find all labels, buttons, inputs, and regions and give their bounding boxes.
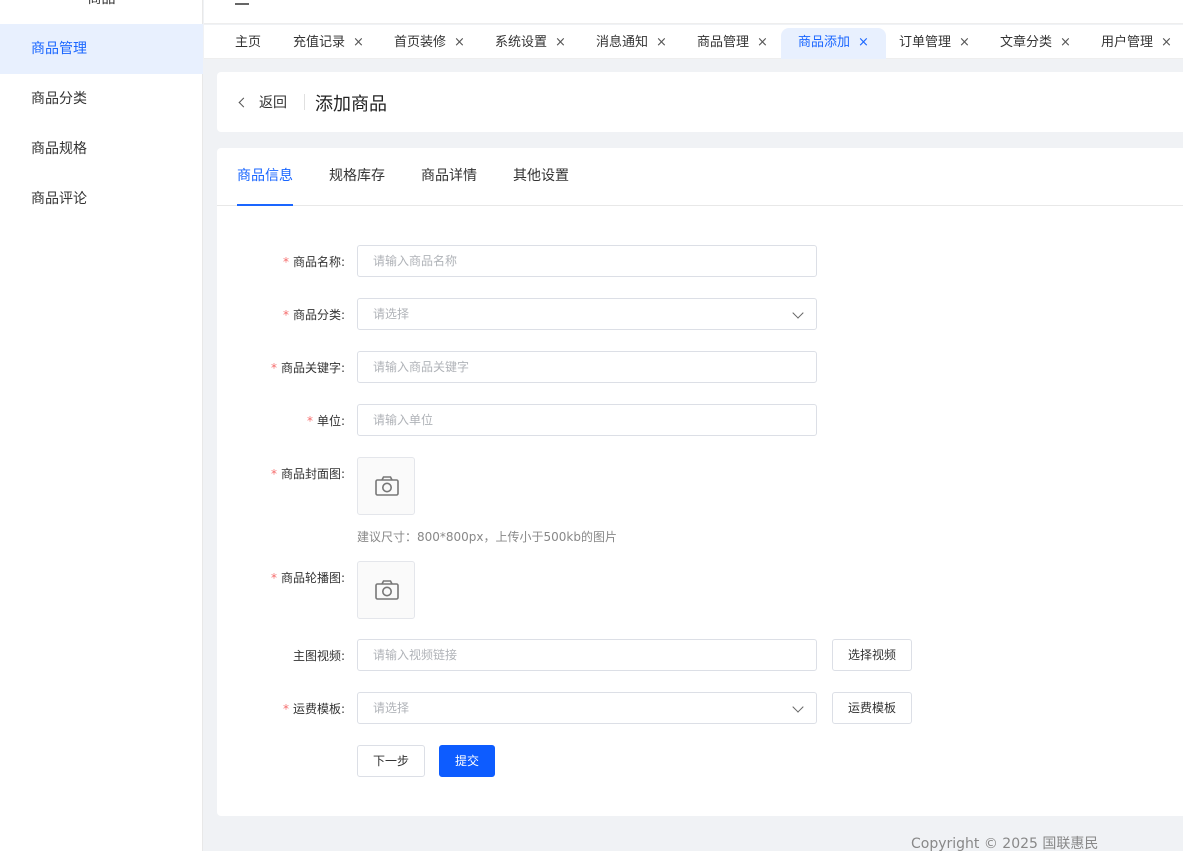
close-icon[interactable]: × bbox=[1060, 35, 1071, 50]
tab-homepage-decoration[interactable]: 首页装修 × bbox=[394, 28, 465, 59]
back-button[interactable]: 返回 bbox=[238, 92, 287, 112]
tab-product-info[interactable]: 商品信息 bbox=[237, 165, 293, 185]
chevron-down-icon bbox=[792, 307, 804, 319]
submit-button[interactable]: 提交 bbox=[439, 745, 495, 777]
sidebar-item-product-management[interactable]: 商品管理 bbox=[0, 24, 203, 74]
select-placeholder: 请选择 bbox=[373, 701, 410, 715]
select-video-button[interactable]: 选择视频 bbox=[832, 639, 913, 671]
tab-spec-stock[interactable]: 规格库存 bbox=[329, 165, 385, 185]
close-icon[interactable]: × bbox=[1161, 35, 1172, 50]
required-mark: * bbox=[270, 571, 277, 585]
chevron-left-icon bbox=[238, 97, 249, 108]
tab-add-product[interactable]: 商品添加 × bbox=[781, 28, 886, 59]
subtabs: 商品信息 规格库存 商品详情 其他设置 bbox=[217, 148, 1183, 206]
topbar bbox=[204, 0, 1183, 24]
product-keywords-input[interactable] bbox=[357, 351, 817, 383]
sidebar-item-product-review[interactable]: 商品评论 bbox=[0, 174, 203, 224]
tabs-bar: 主页 充值记录 × 首页装修 × 系统设置 × 消息通知 × 商品管理 × 商品添加 × 订… bbox=[204, 25, 1183, 59]
cover-image-hint: 建议尺寸：800*800px，上传小于500kb的图片 bbox=[357, 530, 617, 544]
shipping-template-label: * 运费模板: bbox=[217, 700, 345, 717]
carousel-image-upload[interactable] bbox=[357, 561, 415, 619]
camera-icon bbox=[375, 580, 399, 600]
tab-label: 消息通知 bbox=[596, 35, 649, 50]
unit-input[interactable] bbox=[357, 404, 817, 436]
close-icon[interactable]: × bbox=[858, 35, 869, 50]
shipping-template-select[interactable]: 请选择 bbox=[357, 692, 817, 724]
tab-product-detail[interactable]: 商品详情 bbox=[421, 165, 477, 185]
tab-label: 系统设置 bbox=[495, 35, 548, 50]
tab-order-management[interactable]: 订单管理 × bbox=[899, 28, 970, 59]
page-header: 返回 添加商品 bbox=[217, 72, 1183, 132]
tab-label: 订单管理 bbox=[899, 35, 952, 50]
tab-system-settings[interactable]: 系统设置 × bbox=[495, 28, 566, 59]
next-step-button[interactable]: 下一步 bbox=[357, 745, 425, 777]
tab-recharge-records[interactable]: 充值记录 × bbox=[293, 28, 364, 59]
close-icon[interactable]: × bbox=[757, 35, 768, 50]
unit-label: * 单位: bbox=[217, 412, 345, 429]
header-divider bbox=[304, 94, 305, 110]
required-mark: * bbox=[306, 414, 313, 428]
product-keywords-label: * 商品关键字: bbox=[217, 359, 345, 376]
select-placeholder: 请选择 bbox=[373, 307, 410, 321]
required-mark: * bbox=[282, 255, 289, 269]
required-mark: * bbox=[270, 361, 277, 375]
video-link-input[interactable] bbox=[357, 639, 817, 671]
close-icon[interactable]: × bbox=[959, 35, 970, 50]
product-name-input[interactable] bbox=[357, 245, 817, 277]
product-name-label: * 商品名称: bbox=[217, 253, 345, 270]
tab-article-category[interactable]: 文章分类 × bbox=[1000, 28, 1071, 59]
required-mark: * bbox=[282, 702, 289, 716]
shipping-template-button[interactable]: 运费模板 bbox=[832, 692, 913, 724]
tab-label: 充值记录 bbox=[293, 35, 346, 50]
label-text: 运费模板: bbox=[292, 702, 345, 716]
carousel-image-label: * 商品轮播图: bbox=[217, 569, 345, 586]
tab-label: 文章分类 bbox=[1000, 35, 1053, 50]
sidebar-item-product-spec[interactable]: 商品规格 bbox=[0, 124, 203, 174]
required-mark: * bbox=[270, 467, 277, 481]
product-category-select[interactable]: 请选择 bbox=[357, 298, 817, 330]
tab-label: 商品添加 bbox=[798, 35, 851, 50]
sidebar-item-product-category[interactable]: 商品分类 bbox=[0, 74, 203, 124]
product-category-label: * 商品分类: bbox=[217, 306, 345, 323]
tab-notifications[interactable]: 消息通知 × bbox=[596, 28, 667, 59]
tab-home[interactable]: 主页 bbox=[235, 28, 261, 59]
cover-image-label: * 商品封面图: bbox=[217, 465, 345, 482]
tab-user-management[interactable]: 用户管理 × bbox=[1101, 28, 1172, 59]
tab-other-settings[interactable]: 其他设置 bbox=[513, 165, 569, 185]
active-tab-indicator bbox=[237, 204, 293, 206]
tab-label: 用户管理 bbox=[1101, 35, 1154, 50]
label-text: 主图视频: bbox=[292, 649, 345, 663]
camera-icon bbox=[375, 476, 399, 496]
back-label: 返回 bbox=[259, 95, 287, 111]
close-icon[interactable]: × bbox=[454, 35, 465, 50]
hamburger-icon[interactable] bbox=[235, 3, 249, 5]
close-icon[interactable]: × bbox=[353, 35, 364, 50]
label-text: 单位: bbox=[316, 414, 345, 428]
sidebar-title: 商品 bbox=[0, 0, 203, 8]
chevron-down-icon bbox=[792, 701, 804, 713]
tab-label: 商品管理 bbox=[697, 35, 750, 50]
label-text: 商品名称: bbox=[292, 255, 345, 269]
form-card: 商品信息 规格库存 商品详情 其他设置 *商品名称: *商品分类: 请选择 *商… bbox=[217, 148, 1183, 816]
label-text: 商品封面图: bbox=[280, 467, 345, 481]
label-text: 商品轮播图: bbox=[280, 571, 345, 585]
required-mark: * bbox=[282, 308, 289, 322]
close-icon[interactable]: × bbox=[555, 35, 566, 50]
main-video-label: 主图视频: bbox=[217, 647, 345, 664]
tab-product-management[interactable]: 商品管理 × bbox=[697, 28, 768, 59]
label-text: 商品关键字: bbox=[280, 361, 345, 375]
tab-label: 首页装修 bbox=[394, 35, 447, 50]
label-text: 商品分类: bbox=[292, 308, 345, 322]
cover-image-upload[interactable] bbox=[357, 457, 415, 515]
sidebar: 商品 商品管理 商品分类 商品规格 商品评论 bbox=[0, 0, 203, 851]
footer-copyright: Copyright © 2025 国联惠民 bbox=[911, 836, 1099, 851]
page-title: 添加商品 bbox=[315, 94, 387, 115]
close-icon[interactable]: × bbox=[656, 35, 667, 50]
tab-label: 主页 bbox=[235, 35, 262, 50]
